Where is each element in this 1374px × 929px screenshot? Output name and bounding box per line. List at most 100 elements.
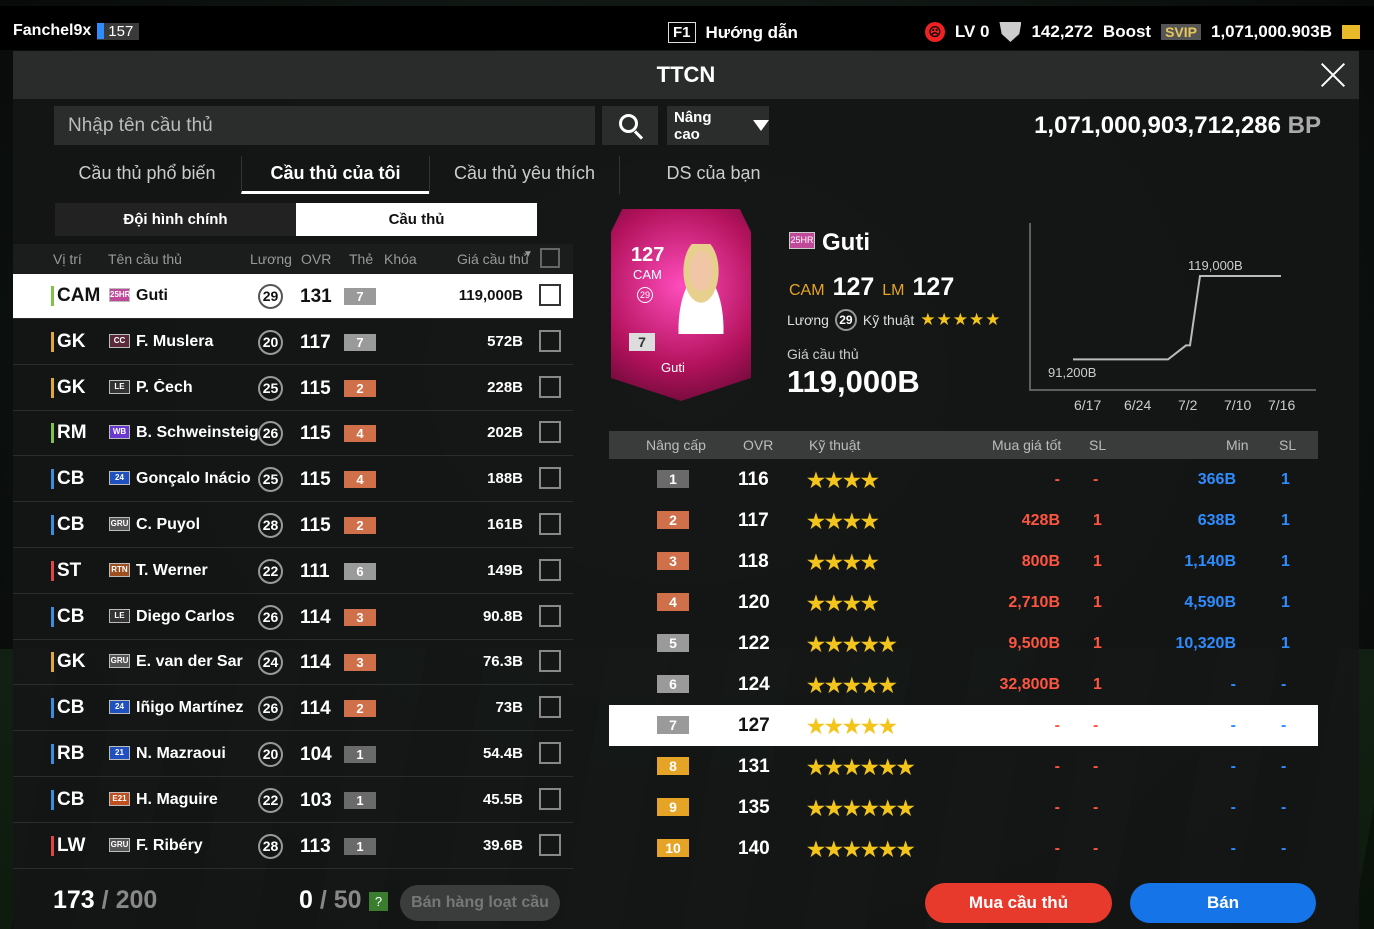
player-ovr: 113 <box>300 835 331 857</box>
top-stats: ☹ LV 0 142,272 Boost SVIP 1,071,000.903B <box>924 22 1360 42</box>
upgrade-best-buy-qty: - <box>1093 471 1099 488</box>
upgrade-level-badge: 8 <box>657 757 689 775</box>
player-row[interactable]: CAM 25HR Guti 29 131 7 119,000B <box>13 274 573 319</box>
upgrade-row[interactable]: 10 140 ★★★★★★ - - - - <box>609 828 1318 869</box>
select-checkbox[interactable] <box>539 650 561 673</box>
bulk-sell-button[interactable]: Bán hàng loạt cầu thủ <box>400 885 560 921</box>
header-position[interactable]: Vị trí <box>53 251 82 267</box>
select-checkbox[interactable] <box>539 787 561 810</box>
player-row[interactable]: RM WB B. Schweinsteiger26 115 4 202B <box>13 411 573 457</box>
header-card[interactable]: Thẻ <box>349 251 373 267</box>
user-level-badge: 157 <box>97 22 140 40</box>
player-position: CB <box>51 698 84 719</box>
upgrade-row[interactable]: 9 135 ★★★★★★ - - - - <box>609 787 1318 828</box>
player-row[interactable]: GK GRU E. van der Sar 24 114 3 76.3B <box>13 640 573 686</box>
help-icon[interactable]: ? <box>369 892 388 911</box>
player-row[interactable]: GK CC F. Muslera 20 117 7 572B <box>13 320 573 365</box>
tab-your-list[interactable]: DS của bạn <box>619 156 807 194</box>
select-checkbox[interactable] <box>539 604 561 627</box>
price-series-line <box>1073 275 1281 361</box>
upgrade-row[interactable]: 3 118 ★★★★ 800B 1 1,140B 1 <box>609 541 1318 582</box>
username: Fanchel9x <box>13 22 92 39</box>
player-row[interactable]: LW GRU F. Ribéry 28 113 1 39.6B <box>13 824 573 869</box>
header-best-buy: Mua giá tốt <box>992 437 1062 453</box>
upgrade-min-price: - <box>1230 717 1236 734</box>
player-position: CB <box>51 606 84 627</box>
close-icon[interactable] <box>1317 59 1349 91</box>
select-checkbox[interactable] <box>539 329 561 352</box>
player-row[interactable]: CB E21 H. Maguire 22 103 1 45.5B <box>13 778 573 823</box>
coin-icon <box>1342 25 1360 39</box>
advanced-filter-button[interactable]: Nâng cao <box>667 106 769 145</box>
tab-popular-players[interactable]: Cầu thủ phổ biến <box>53 156 241 194</box>
header-salary[interactable]: Lương <box>250 251 292 267</box>
sort-down-icon[interactable]: ▼ <box>523 249 533 260</box>
upgrade-row[interactable]: 7 127 ★★★★★ - - - - <box>609 705 1318 746</box>
player-row[interactable]: ST RTN T. Werner 22 111 6 149B <box>13 549 573 594</box>
guide-button[interactable]: F1 Hướng dẫn <box>668 22 798 43</box>
tab-favorite-players[interactable]: Cầu thủ yêu thích <box>429 156 619 194</box>
upgrade-row[interactable]: 2 117 ★★★★ 428B 1 638B 1 <box>609 500 1318 541</box>
skill-label: Kỹ thuật <box>862 312 915 328</box>
upgrade-row[interactable]: 6 124 ★★★★★ 32,800B 1 - - <box>609 664 1318 705</box>
card-ovr: 127 <box>631 244 665 266</box>
header-price[interactable]: Giá cầu thủ <box>457 251 529 267</box>
season-badge-icon: GRU <box>109 837 130 852</box>
upgrade-row[interactable]: 1 116 ★★★★ - - 366B 1 <box>609 459 1318 500</box>
upgrade-row[interactable]: 4 120 ★★★★ 2,710B 1 4,590B 1 <box>609 582 1318 623</box>
subtab-players[interactable]: Cầu thủ <box>296 203 537 236</box>
upgrade-best-buy-price: - <box>1054 717 1060 734</box>
select-checkbox[interactable] <box>539 742 561 764</box>
upgrade-min-qty: - <box>1281 799 1287 816</box>
salary-badge: 26 <box>258 696 283 722</box>
player-row[interactable]: CB LE Diego Carlos 26 114 3 90.8B <box>13 595 573 640</box>
select-checkbox[interactable] <box>539 467 561 490</box>
upgrade-ovr: 118 <box>738 551 769 572</box>
player-row[interactable]: CB 24 Gonçalo Inácio 25 115 4 188B <box>13 457 573 503</box>
bp-unit: BP <box>1287 112 1321 139</box>
player-price: 161B <box>487 516 523 533</box>
grade-badge: 1 <box>344 791 376 809</box>
upgrade-row[interactable]: 8 131 ★★★★★★ - - - - <box>609 746 1318 787</box>
player-position: GK <box>51 652 86 673</box>
search-icon <box>618 114 638 133</box>
header-ovr[interactable]: OVR <box>301 251 331 267</box>
select-checkbox[interactable] <box>539 284 561 306</box>
select-checkbox[interactable] <box>539 421 561 444</box>
header-lock[interactable]: Khóa <box>384 251 417 267</box>
player-position: RM <box>51 423 87 444</box>
tab-my-players[interactable]: Cầu thủ của tôi <box>241 156 429 194</box>
header-upgrade: Nâng cấp <box>646 437 706 453</box>
search-button[interactable] <box>602 106 658 145</box>
select-checkbox[interactable] <box>539 833 561 856</box>
subtab-main-squad[interactable]: Đội hình chính <box>55 203 296 236</box>
select-checkbox[interactable] <box>539 558 561 581</box>
upgrade-row[interactable]: 5 122 ★★★★★ 9,500B 1 10,320B 1 <box>609 623 1318 664</box>
header-name[interactable]: Tên cầu thủ <box>108 251 182 267</box>
select-checkbox[interactable] <box>539 375 561 398</box>
player-ovr: 114 <box>300 698 331 720</box>
salary-badge: 28 <box>258 833 283 859</box>
card-position: CAM <box>633 267 662 282</box>
player-row[interactable]: CB 24 Iñigo Martínez 26 114 2 73B <box>13 686 573 732</box>
buy-player-button[interactable]: Mua cầu thủ <box>925 883 1112 923</box>
select-all-checkbox[interactable] <box>540 248 560 268</box>
points-value: 142,272 <box>1031 22 1093 41</box>
player-position: GK <box>51 377 86 398</box>
search-input[interactable] <box>54 106 595 145</box>
season-badge-icon: GRU <box>109 517 130 531</box>
chart-x-tick: 7/16 <box>1268 397 1296 413</box>
select-checkbox[interactable] <box>539 696 561 719</box>
player-name: F. Muslera <box>136 332 214 350</box>
upgrade-skill-stars: ★★★★★★ <box>807 757 915 779</box>
f1-key-icon: F1 <box>668 22 696 43</box>
player-row[interactable]: CB GRU C. Puyol 28 115 2 161B <box>13 503 573 548</box>
upgrade-min-price: 1,140B <box>1184 553 1236 570</box>
player-row[interactable]: GK LE P. Čech 25 115 2 228B <box>13 366 573 411</box>
player-row[interactable]: RB 21 N. Mazraoui 20 104 1 54.4B <box>13 732 573 777</box>
select-checkbox[interactable] <box>539 513 561 535</box>
player-price: 119,000B <box>458 287 523 304</box>
boost-label[interactable]: Boost <box>1103 22 1151 42</box>
season-badge-icon: 21 <box>109 746 130 760</box>
sell-button[interactable]: Bán <box>1130 883 1316 923</box>
